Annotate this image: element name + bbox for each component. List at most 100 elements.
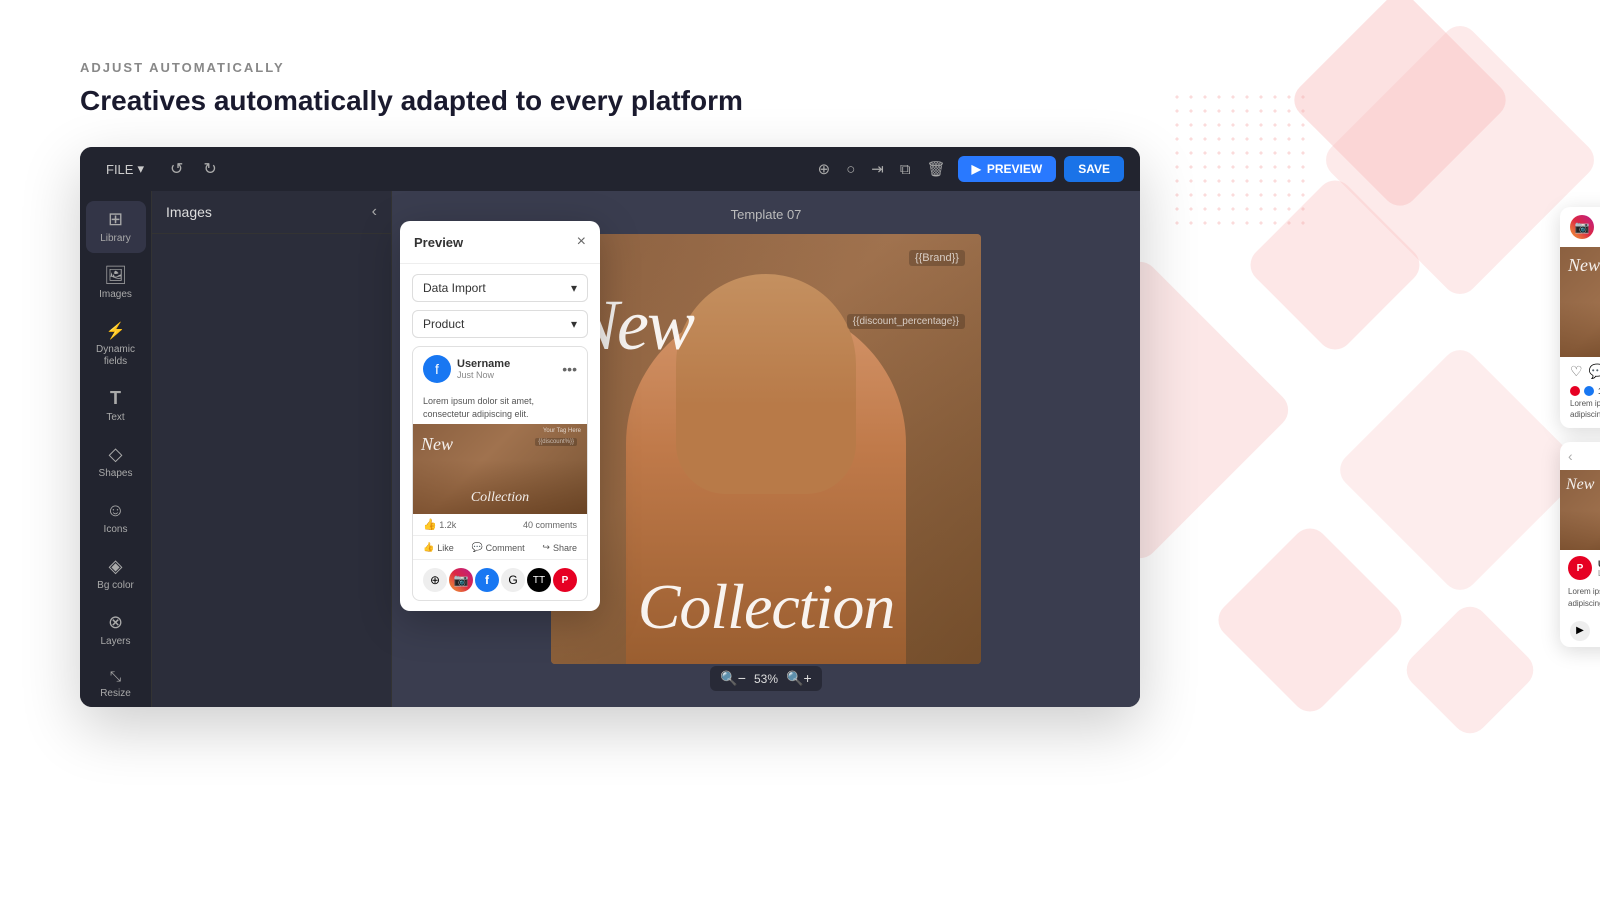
section-title: Creatives automatically adapted to every… xyxy=(80,85,1520,117)
fb-likes-row: 👍 1.2k 40 comments xyxy=(413,514,587,535)
preview-button[interactable]: ▶ PREVIEW xyxy=(958,156,1057,182)
pinterest-img-new: New xyxy=(1566,476,1594,494)
canvas-image[interactable]: New Collection {{Brand}} {{discount_perc… xyxy=(551,234,981,664)
facebook-preview-card: f Username Just Now ••• Lorem ipsum dolo… xyxy=(412,346,588,601)
fb-discount-tag: {{discount%}} xyxy=(535,438,577,446)
layers-icon[interactable]: ⊕ xyxy=(814,156,835,182)
instagram-caption: Lorem ipsum dolor sit amet, consectetur … xyxy=(1560,398,1600,428)
share-button[interactable]: ↪ Share xyxy=(542,542,577,553)
shapes-icon: ◇ xyxy=(109,444,123,465)
like-dot-1 xyxy=(1570,386,1580,396)
pinterest-img-collection: Collection xyxy=(1560,529,1600,544)
copy-icon[interactable]: ⧉ xyxy=(896,157,915,182)
platform-icon-google[interactable]: G xyxy=(501,568,525,592)
preview-close-button[interactable]: × xyxy=(577,233,586,251)
sidebar-item-resize[interactable]: ⤡ Resize xyxy=(86,660,146,707)
sidebar-item-text[interactable]: T Text xyxy=(86,380,146,432)
preview-modal-title: Preview xyxy=(414,235,463,250)
fb-card-header: f Username Just Now ••• xyxy=(413,347,587,391)
resize-icon: ⤡ xyxy=(110,668,121,685)
undo-button[interactable]: ↺ xyxy=(164,155,189,183)
icons-icon: ☺ xyxy=(106,500,124,521)
instagram-card-actions: ♡ 💬 ⚡ 🔖 xyxy=(1560,357,1600,386)
comment-btn-icon: 💬 xyxy=(471,542,482,553)
sidebar-item-images[interactable]: 🖼 Images xyxy=(86,257,146,309)
comment-icon[interactable]: 💬 xyxy=(1589,363,1600,380)
page-content: ADJUST AUTOMATICALLY Creatives automatic… xyxy=(0,0,1600,747)
platform-icon-general[interactable]: ⊕ xyxy=(423,568,447,592)
platform-icon-tiktok[interactable]: TT xyxy=(527,568,551,592)
canvas-bottom-bar: 🔍− 53% 🔍+ xyxy=(710,666,821,691)
library-icon: ⊞ xyxy=(108,209,123,230)
sidebar-item-icons[interactable]: ☺ Icons xyxy=(86,492,146,544)
share-btn-icon: ↪ xyxy=(542,542,550,553)
zoom-out-button[interactable]: 🔍− xyxy=(720,670,746,687)
fb-img-new: New xyxy=(421,434,453,455)
fb-likes-count: 👍 1.2k xyxy=(423,518,456,531)
top-bar-right: ⊕ ○ ⇥ ⧉ 🗑 ▶ PREVIEW SAVE xyxy=(814,156,1124,182)
sidebar-item-shapes[interactable]: ◇ Shapes xyxy=(86,436,146,488)
zoom-in-button[interactable]: 🔍+ xyxy=(786,670,812,687)
file-menu-button[interactable]: FILE ▾ xyxy=(96,157,154,181)
product-dropdown[interactable]: Product ▾ xyxy=(412,310,588,338)
pinterest-avatar: P xyxy=(1568,556,1592,580)
platform-icon-pinterest[interactable]: P xyxy=(553,568,577,592)
insta-likes: 1.2k Liked your post xyxy=(1560,386,1600,398)
fb-avatar: f xyxy=(423,355,451,383)
redo-button[interactable]: ↻ xyxy=(197,155,222,183)
platform-icon-instagram[interactable]: 📷 xyxy=(449,568,473,592)
pinterest-play-icon[interactable]: ▶ xyxy=(1570,621,1590,641)
left-panel: Images ‹ xyxy=(152,191,392,707)
save-button[interactable]: SAVE xyxy=(1064,156,1124,182)
top-bar-tools: ↺ ↻ xyxy=(164,155,223,183)
data-import-dropdown[interactable]: Data Import ▾ xyxy=(412,274,588,302)
fb-img-tag: Your Tag Here xyxy=(543,428,581,434)
top-bar: FILE ▾ ↺ ↻ ⊕ ○ ⇥ ⧉ 🗑 ▶ PREVIEW xyxy=(80,147,1140,191)
layers-nav-icon: ⊗ xyxy=(108,612,123,633)
insta-img-new: New xyxy=(1568,255,1600,276)
circle-icon[interactable]: ○ xyxy=(842,157,859,182)
canvas-area: Template 07 New Collection {{Brand}} { xyxy=(392,191,1140,707)
sidebar-item-layers[interactable]: ⊗ Layers xyxy=(86,604,146,656)
pinterest-card-image: New Collection 🔍 xyxy=(1560,470,1600,550)
platform-icons-row: ⊕ 📷 f G TT P xyxy=(413,559,587,600)
pinterest-preview-card: ‹ ••• New Collection 🔍 P Username Last f… xyxy=(1560,442,1600,646)
images-icon: 🖼 xyxy=(104,265,127,286)
pinterest-save-bar: ▶ Visit Save ⬇ xyxy=(1560,615,1600,647)
zoom-control: 🔍− 53% 🔍+ xyxy=(710,666,821,691)
right-previews-panel: 📷 Username ••• New Collection {{discount… xyxy=(1560,207,1600,647)
sidebar-item-dynamic-fields[interactable]: ⚡ Dynamic fields xyxy=(86,313,146,376)
comment-button[interactable]: 💬 Comment xyxy=(471,542,524,553)
like-btn-icon: 👍 xyxy=(423,542,434,553)
heart-icon[interactable]: ♡ xyxy=(1570,363,1583,380)
canvas-discount-tag: {{discount_percentage}} xyxy=(847,314,965,329)
text-icon: T xyxy=(110,388,121,409)
insta-user-row: 📷 Username xyxy=(1570,215,1600,239)
sidebar-item-library[interactable]: ⊞ Library xyxy=(86,201,146,253)
pinterest-card-header: ‹ ••• xyxy=(1560,442,1600,470)
pinterest-prev-icon[interactable]: ‹ xyxy=(1568,448,1573,464)
left-panel-title: Images xyxy=(166,204,212,220)
instagram-card-header: 📷 Username ••• xyxy=(1560,207,1600,247)
pinterest-user-row: P Username Last follow Following xyxy=(1560,550,1600,586)
instagram-avatar: 📷 xyxy=(1570,215,1594,239)
platform-icon-facebook[interactable]: f xyxy=(475,568,499,592)
fb-user-info: f Username Just Now xyxy=(423,355,510,383)
fb-card-footer: 👍 Like 💬 Comment ↪ Sha xyxy=(413,535,587,559)
face-shape xyxy=(676,274,856,494)
template-label: Template 07 xyxy=(731,207,802,222)
fb-card-image: Your Tag Here {{discount%}} New Collecti… xyxy=(413,424,587,514)
sidebar-item-bg-color[interactable]: ◈ Bg color xyxy=(86,548,146,600)
like-button[interactable]: 👍 Like xyxy=(423,542,454,553)
like-icon: 👍 xyxy=(423,519,437,531)
close-panel-button[interactable]: ‹ xyxy=(372,203,377,221)
fb-more-icon[interactable]: ••• xyxy=(562,361,577,377)
fb-user-details: Username Just Now xyxy=(457,358,510,380)
trash-icon[interactable]: 🗑 xyxy=(923,156,950,182)
share-icon[interactable]: ⇥ xyxy=(867,156,888,182)
instagram-preview-card: 📷 Username ••• New Collection {{discount… xyxy=(1560,207,1600,428)
fb-img-collection: Collection xyxy=(417,490,583,506)
section-label: ADJUST AUTOMATICALLY xyxy=(80,60,1520,75)
left-panel-content xyxy=(152,234,391,707)
pinterest-caption: Lorem ipsum dolor sit amet consectetur a… xyxy=(1560,586,1600,614)
